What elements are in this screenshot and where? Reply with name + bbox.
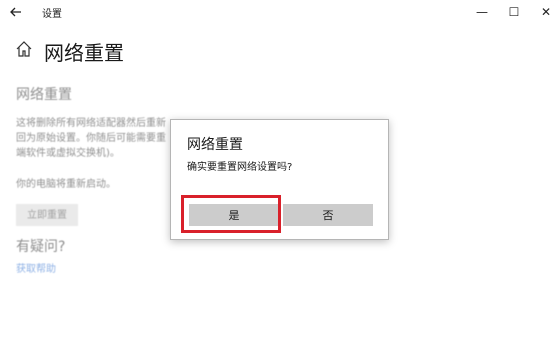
dialog-message: 确实要重置网络设置吗? xyxy=(187,162,293,173)
description-line: 这将删除所有网络适配器然后重新 xyxy=(16,118,166,129)
window-title: 设置 xyxy=(42,9,62,20)
restart-note: 你的电脑将重新启动。 xyxy=(16,179,116,190)
title-bar: 设置 — ☐ ✕ xyxy=(0,0,560,24)
minimize-button[interactable]: — xyxy=(468,2,496,22)
reset-now-button[interactable]: 立即重置 xyxy=(16,204,78,226)
highlight-box xyxy=(181,195,281,233)
home-icon[interactable] xyxy=(15,40,33,58)
back-arrow-icon[interactable] xyxy=(8,4,24,20)
question-heading: 有疑问? xyxy=(16,239,66,255)
maximize-button[interactable]: ☐ xyxy=(500,2,528,22)
description-line: 端软件或虚拟交换机)。 xyxy=(16,148,120,159)
page-title: 网络重置 xyxy=(44,41,124,65)
no-button[interactable]: 否 xyxy=(283,204,373,226)
description-line: 回为原始设置。你随后可能需要重 xyxy=(16,133,166,144)
get-help-link[interactable]: 获取帮助 xyxy=(16,260,56,275)
close-button[interactable]: ✕ xyxy=(532,2,560,22)
dialog-title: 网络重置 xyxy=(187,137,243,153)
section-heading: 网络重置 xyxy=(16,87,72,103)
